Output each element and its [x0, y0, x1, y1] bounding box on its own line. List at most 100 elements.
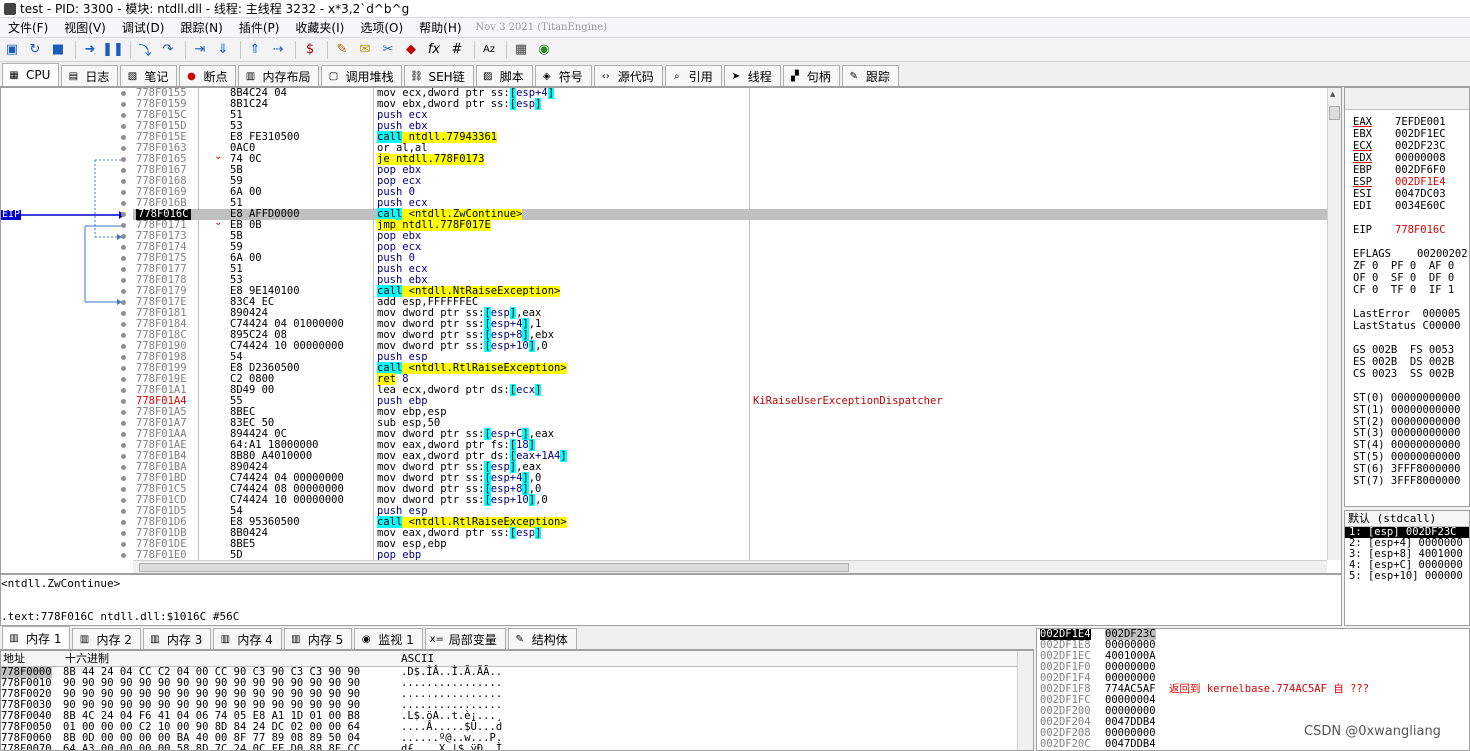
- menu-item[interactable]: 插件(P): [231, 19, 288, 36]
- disasm-row[interactable]: 778F01A7 83EC 50 sub esp,50: [133, 418, 1327, 429]
- breakpoint-dot[interactable]: [121, 443, 126, 448]
- breakpoint-dot[interactable]: [121, 91, 126, 96]
- comment-icon[interactable]: ✉: [355, 40, 375, 60]
- flag-line[interactable]: OF 0 SF 0 DF 0: [1353, 272, 1454, 284]
- execute-till-return-icon[interactable]: ⇑: [245, 40, 265, 60]
- disasm-row[interactable]: 778F0171 EB 0B jmp ntdll.778F017E: [133, 219, 1327, 231]
- disasm-row[interactable]: 778F01A4 55 push ebp KiRaiseUserExceptionDi…: [133, 396, 1327, 407]
- hash-icon[interactable]: #: [447, 40, 467, 60]
- disasm-row[interactable]: 778F01DB 8B0424 mov eax,dword ptr ss:[esp]: [133, 527, 1327, 539]
- breakpoint-dot[interactable]: [121, 157, 126, 162]
- fpu-register[interactable]: ST(0) 00000000000: [1353, 392, 1460, 404]
- pause-icon[interactable]: ❚❚: [102, 40, 124, 60]
- step-over-icon[interactable]: ↷: [158, 40, 178, 60]
- tab-script[interactable]: ▨ 脚本: [475, 65, 533, 86]
- disasm-row[interactable]: 778F01D6 E8 95360500 call <ntdll.RtlRaiseE…: [133, 516, 1327, 528]
- disasm-row[interactable]: 778F019E C2 0800 ret 8: [133, 373, 1327, 385]
- disasm-row[interactable]: 778F0177 51 push ecx: [133, 264, 1327, 275]
- disasm-horizontal-scrollbar[interactable]: [133, 560, 1327, 573]
- breakpoint-dot[interactable]: [121, 498, 126, 503]
- tab-notes[interactable]: ▧ 笔记: [120, 65, 178, 86]
- disasm-row[interactable]: 778F017E 83C4 EC add esp,FFFFFFEC: [133, 297, 1327, 308]
- argument-row[interactable]: 5: [esp+10] 000000: [1345, 571, 1469, 582]
- register-name[interactable]: EAX: [1353, 116, 1372, 128]
- restart-icon[interactable]: ↻: [25, 40, 45, 60]
- breakpoint-dot[interactable]: [121, 410, 126, 415]
- breakpoint-dot[interactable]: [121, 509, 126, 514]
- stack-row[interactable]: 002DF1EC 4001000A: [1037, 651, 1469, 662]
- memory-tab[interactable]: ▥ 内存 5: [283, 628, 353, 649]
- breakpoint-dot[interactable]: [121, 201, 126, 206]
- close-icon[interactable]: ■: [48, 40, 68, 60]
- register-value[interactable]: 002DF1EC: [1395, 128, 1446, 140]
- disasm-row[interactable]: 778F015D 53 push ebx: [133, 121, 1327, 132]
- disasm-vertical-scrollbar[interactable]: ▲: [1327, 88, 1341, 560]
- tab-trace[interactable]: ✎ 跟踪: [841, 65, 899, 86]
- register-value[interactable]: 00000008: [1395, 152, 1446, 164]
- bookmark-icon[interactable]: ◆: [401, 40, 421, 60]
- breakpoint-dot[interactable]: [121, 245, 126, 250]
- breakpoint-dot[interactable]: [121, 102, 126, 107]
- tab-handle[interactable]: ▞ 句柄: [782, 65, 840, 86]
- script-icon[interactable]: $: [300, 40, 320, 60]
- tab-thread[interactable]: ➤ 线程: [723, 65, 781, 86]
- breakpoint-dot[interactable]: [121, 168, 126, 173]
- tab-log[interactable]: ▤ 日志: [61, 65, 119, 86]
- disasm-row[interactable]: 778F0173 5B pop ebx: [133, 231, 1327, 242]
- breakpoint-dot[interactable]: [121, 300, 126, 305]
- register-value[interactable]: 0047DC03: [1395, 188, 1446, 200]
- register-name[interactable]: EIP: [1353, 224, 1372, 236]
- eflags-value[interactable]: 00200202: [1417, 248, 1468, 260]
- fpu-register[interactable]: ST(3) 00000000000: [1353, 427, 1460, 439]
- tab-breakpoint[interactable]: ● 断点: [179, 65, 237, 86]
- flag-line[interactable]: CF 0 TF 0 IF 1: [1353, 284, 1454, 296]
- menu-item[interactable]: 跟踪(N): [172, 19, 230, 36]
- trace-into-icon[interactable]: ⇥: [190, 40, 210, 60]
- tab-source[interactable]: ‹› 源代码: [593, 65, 663, 86]
- breakpoint-dot[interactable]: [121, 223, 126, 228]
- register-name[interactable]: ECX: [1353, 140, 1372, 152]
- disasm-row[interactable]: 778F0178 53 push ebx: [133, 275, 1327, 286]
- stack-row[interactable]: 002DF1FC 00000004: [1037, 695, 1469, 706]
- memory-tab[interactable]: ✎ 结构体: [507, 628, 577, 649]
- fpu-register[interactable]: ST(1) 00000000000: [1353, 404, 1460, 416]
- disasm-row[interactable]: 778F0174 59 pop ecx: [133, 242, 1327, 253]
- disasm-row[interactable]: 778F0163 0AC0 or al,al: [133, 143, 1327, 154]
- breakpoint-dot[interactable]: [121, 212, 126, 217]
- segment-line[interactable]: GS 002B FS 0053: [1353, 344, 1454, 356]
- register-value[interactable]: 002DF1E4: [1395, 176, 1446, 188]
- disasm-row[interactable]: 778F0184 C74424 04 01000000 mov dword ptr …: [133, 318, 1327, 330]
- register-name[interactable]: ESI: [1353, 188, 1372, 200]
- disasm-row[interactable]: 778F015E E8 FE310500 call ntdll.77943361: [133, 131, 1327, 143]
- disasm-row[interactable]: 778F0155 8B4C24 04 mov ecx,dword ptr ss:[e…: [133, 88, 1327, 99]
- breakpoint-dot[interactable]: [121, 344, 126, 349]
- breakpoint-dot[interactable]: [121, 333, 126, 338]
- breakpoint-dot[interactable]: [121, 388, 126, 393]
- memory-tab[interactable]: ◉ 监视 1: [354, 628, 423, 649]
- menu-item[interactable]: 收藏夹(I): [287, 19, 352, 36]
- disasm-row[interactable]: 778F0199 E8 D2360500 call <ntdll.RtlRaiseE…: [133, 362, 1327, 374]
- memory-tab[interactable]: ▥ 内存 2: [72, 628, 141, 649]
- font-icon[interactable]: Aᴢ: [479, 40, 499, 60]
- disasm-row[interactable]: 778F01D5 54 push esp: [133, 506, 1327, 517]
- error-line[interactable]: LastError 000005: [1353, 308, 1460, 320]
- registers-header[interactable]: [1345, 88, 1469, 110]
- breakpoint-dot[interactable]: [121, 432, 126, 437]
- step-into-icon[interactable]: ⤵: [135, 40, 155, 60]
- tab-seh[interactable]: ⛓ SEH链: [404, 65, 474, 86]
- tab-search[interactable]: ⌕ 引用: [664, 65, 722, 86]
- breakpoint-dot[interactable]: [121, 531, 126, 536]
- breakpoint-dot[interactable]: [121, 179, 126, 184]
- breakpoint-dot[interactable]: [121, 322, 126, 327]
- globe-icon[interactable]: ◉: [534, 40, 554, 60]
- memory-tab[interactable]: ▥ 内存 4: [213, 628, 282, 649]
- patch-icon[interactable]: ✎: [332, 40, 352, 60]
- disasm-row[interactable]: 778F0190 C74424 10 00000000 mov dword ptr …: [133, 340, 1327, 352]
- breakpoint-dot[interactable]: [121, 234, 126, 239]
- breakpoint-dot[interactable]: [121, 476, 126, 481]
- run-to-user-code-icon[interactable]: ⇢: [268, 40, 288, 60]
- breakpoint-dot[interactable]: [121, 377, 126, 382]
- disasm-row[interactable]: 778F01AE 64:A1 18000000 mov eax,dword ptr …: [133, 439, 1327, 451]
- run-icon[interactable]: ➜: [80, 40, 100, 60]
- register-name[interactable]: EBP: [1353, 164, 1372, 176]
